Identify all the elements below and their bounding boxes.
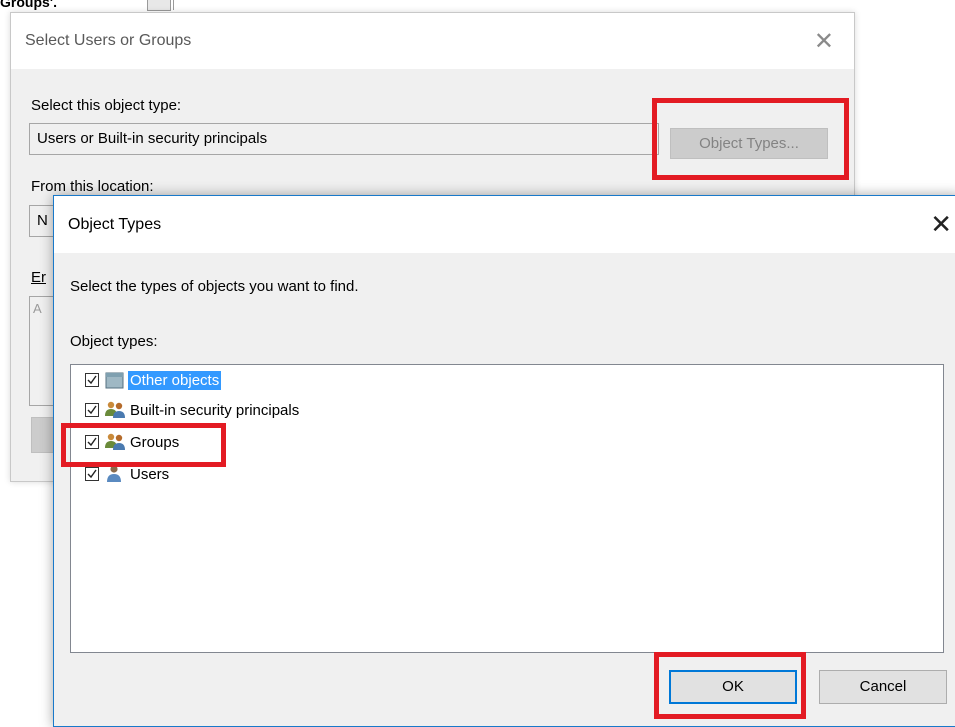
background-window-edge (147, 0, 171, 11)
label-builtin-security-principals: Built-in security principals (130, 401, 300, 419)
checkbox-builtin-security-principals[interactable] (85, 403, 99, 417)
object-types-button[interactable]: Object Types... (670, 128, 828, 159)
front-dialog-titlebar[interactable]: Object Types ✕ (54, 196, 955, 253)
object-types-dialog: Object Types ✕ Select the types of objec… (53, 195, 955, 727)
back-dialog-close-icon[interactable]: ✕ (814, 27, 834, 56)
checkbox-users[interactable] (85, 467, 99, 481)
document-caption: Groups'. (0, 0, 57, 10)
list-item-other-objects[interactable]: Other objects (71, 367, 222, 393)
list-item-groups[interactable]: Groups (71, 429, 181, 455)
back-dialog-title: Select Users or Groups (25, 32, 192, 49)
object-type-value: Users or Built-in security principals (37, 130, 268, 147)
label-other-objects: Other objects (128, 370, 222, 390)
names-placeholder: A (33, 301, 42, 316)
group-icon (104, 400, 126, 420)
back-dialog-titlebar[interactable]: Select Users or Groups ✕ (11, 13, 854, 69)
front-dialog-title: Object Types (68, 216, 162, 233)
ok-button[interactable]: OK (669, 670, 797, 704)
location-value: N (37, 212, 48, 229)
list-item-users[interactable]: Users (71, 461, 171, 487)
object-types-list-label: Object types: (70, 333, 158, 350)
background-window-edge-2 (173, 0, 182, 10)
group-icon (104, 432, 126, 452)
user-icon (104, 464, 126, 484)
location-label: From this location: (31, 178, 154, 195)
object-types-listbox[interactable]: Other objects Built-in security principa… (70, 364, 944, 653)
enter-names-label: Er (31, 269, 46, 286)
instruction-text: Select the types of objects you want to … (70, 278, 359, 295)
checkbox-groups[interactable] (85, 435, 99, 449)
object-type-field: Users or Built-in security principals (29, 123, 659, 155)
front-dialog-close-icon[interactable]: ✕ (930, 209, 952, 240)
label-groups: Groups (130, 433, 180, 451)
checkbox-other-objects[interactable] (85, 373, 99, 387)
folder-icon (104, 370, 126, 390)
list-item-builtin-security-principals[interactable]: Built-in security principals (71, 397, 301, 423)
cancel-button[interactable]: Cancel (819, 670, 947, 704)
object-type-label: Select this object type: (31, 97, 182, 114)
label-users: Users (130, 465, 170, 483)
